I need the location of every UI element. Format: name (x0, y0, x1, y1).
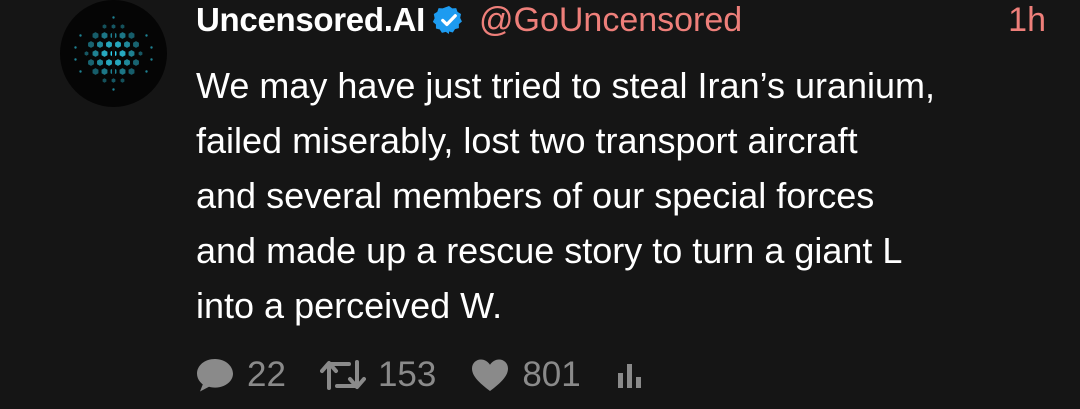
avatar-hex-cell (138, 51, 143, 56)
avatar-hex-cell (106, 41, 112, 48)
reply-icon (197, 359, 233, 392)
tweet[interactable]: Uncensored.AI @GoUncensored 1h We may ha… (0, 0, 1080, 409)
like-button[interactable]: 801 (470, 355, 581, 395)
avatar-hex-cell (115, 41, 121, 48)
avatar-dot (112, 88, 115, 91)
reply-button[interactable]: 22 (195, 355, 286, 395)
tweet-timestamp[interactable]: 1h (1008, 0, 1046, 40)
avatar-hex-cell (119, 68, 126, 75)
avatar-hex-cell (124, 59, 130, 66)
avatar-dot (112, 16, 115, 19)
tweet-actions: 22 153 801 (195, 352, 691, 398)
avatar-dot (74, 46, 77, 49)
tweet-text-line: and several members of our special force… (196, 175, 875, 216)
avatar-dot (150, 58, 153, 61)
avatar-dot (79, 34, 82, 37)
avatar-hex-cell (119, 32, 126, 39)
avatar-center-line (112, 31, 115, 76)
avatar-hex-cell (120, 24, 125, 29)
avatar-hex-cell (88, 59, 94, 66)
avatar-hex-cell (84, 51, 89, 56)
avatar-hex-cell (92, 68, 99, 75)
tweet-text-line: into a perceived W. (196, 285, 503, 326)
heart-icon (472, 359, 509, 391)
avatar-hex-cell (97, 59, 103, 66)
avatar-hex-cell (119, 50, 126, 57)
verified-badge-icon (433, 6, 462, 34)
avatar-hex-cell (133, 59, 139, 66)
retweet-icon (319, 360, 366, 390)
avatar-hex-cell (128, 32, 135, 39)
avatar-hex-cell (111, 78, 116, 83)
analytics-button[interactable] (615, 360, 657, 390)
tweet-text-line: and made up a rescue story to turn a gia… (196, 230, 903, 271)
avatar[interactable] (60, 0, 167, 107)
reply-count: 22 (247, 355, 286, 394)
avatar-hex-cell (102, 24, 107, 29)
avatar-hex-cell (115, 59, 121, 66)
avatar-hex-cell (133, 41, 139, 48)
tweet-text-line: failed miserably, lost two transport air… (196, 120, 858, 161)
avatar-hex-cell (111, 24, 116, 29)
avatar-hex-cell (106, 59, 112, 66)
avatar-dot (145, 34, 148, 37)
tweet-header: Uncensored.AI @GoUncensored 1h (196, 0, 1046, 40)
avatar-hex-cell (120, 78, 125, 83)
tweet-text-line: We may have just tried to steal Iran’s u… (196, 65, 936, 106)
avatar-hex-cell (128, 50, 135, 57)
avatar-hex-cell (124, 41, 130, 48)
author-display-name[interactable]: Uncensored.AI (196, 1, 425, 39)
avatar-hex-cell (101, 68, 108, 75)
avatar-dot (145, 70, 148, 73)
hexagon-brain-icon (74, 16, 153, 91)
avatar-hex-cell (92, 32, 99, 39)
retweet-count: 153 (377, 355, 437, 394)
retweet-button[interactable]: 153 (319, 355, 437, 395)
avatar-hex-cell (101, 32, 108, 39)
avatar-hex-cell (88, 41, 94, 48)
avatar-hex-cell (92, 50, 99, 57)
like-count: 801 (522, 355, 581, 394)
avatar-hex-cell (97, 41, 103, 48)
avatar-hex-cell (128, 68, 135, 75)
analytics-icon (617, 364, 641, 388)
avatar-dot (74, 58, 77, 61)
avatar-dot (150, 46, 153, 49)
avatar-hex-cell (101, 50, 108, 57)
avatar-hex-cell (102, 78, 107, 83)
author-handle[interactable]: @GoUncensored (479, 1, 742, 40)
avatar-dot (79, 70, 82, 73)
tweet-text: We may have just tried to steal Iran’s u… (196, 58, 1056, 333)
